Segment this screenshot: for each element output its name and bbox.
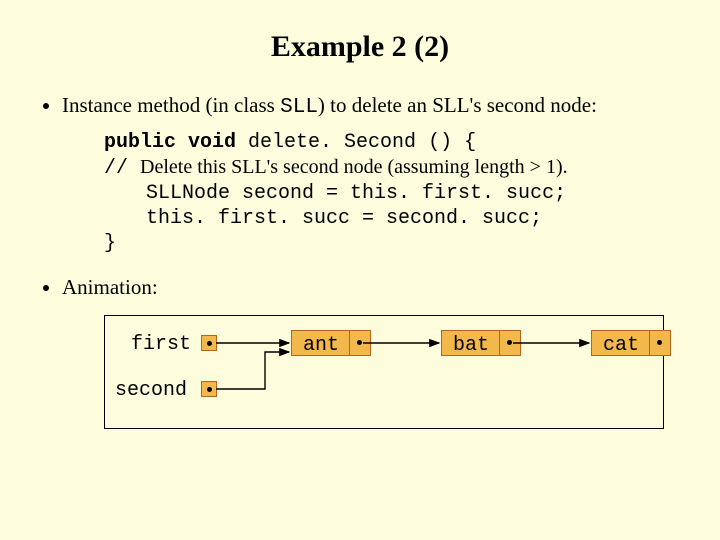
node-ant: ant [291,330,371,356]
node-bat: bat [441,330,521,356]
bullet1-text-pre: Instance method (in class [62,93,280,117]
node-bat-label: bat [442,333,500,358]
code-block: public void delete. Second () { // Delet… [104,129,680,256]
pointer-box-first [201,335,217,351]
bullet1-text-post: ) to delete an SLL's second node: [318,93,597,117]
bullet-animation: Animation: first second ant bat cat [62,274,680,428]
label-second: second [111,378,187,403]
animation-diagram: first second ant bat cat [104,315,664,429]
code-line-3: SLLNode second = this. first. succ; [104,181,680,206]
code-line-4: this. first. succ = second. succ; [104,206,680,231]
code-line-5: } [104,231,680,256]
code-keywords: public void [104,131,236,154]
comment-slashes: // [104,157,140,180]
node-ant-label: ant [292,333,350,358]
code-sig-rest: delete. Second () { [236,131,476,154]
node-cat: cat [591,330,671,356]
bullet-instance-method: Instance method (in class SLL) to delete… [62,92,680,256]
node-cat-succ [649,331,670,355]
bullet2-text: Animation: [62,275,158,299]
code-comment: Delete this SLL's second node (assuming … [140,156,568,178]
slide-title: Example 2 (2) [40,30,680,64]
label-first: first [115,332,191,357]
code-l4-text: this. first. succ = second. succ; [146,207,542,230]
code-l3-text: SLLNode second = this. first. succ; [146,182,566,205]
bullet1-code: SLL [280,96,318,119]
code-line-2: // Delete this SLL's second node (assumi… [104,155,680,181]
pointer-box-second [201,381,217,397]
node-cat-label: cat [592,333,650,358]
node-ant-succ [349,331,370,355]
node-bat-succ [499,331,520,355]
code-line-1: public void delete. Second () { [104,129,680,155]
bullet-list: Instance method (in class SLL) to delete… [40,92,680,429]
